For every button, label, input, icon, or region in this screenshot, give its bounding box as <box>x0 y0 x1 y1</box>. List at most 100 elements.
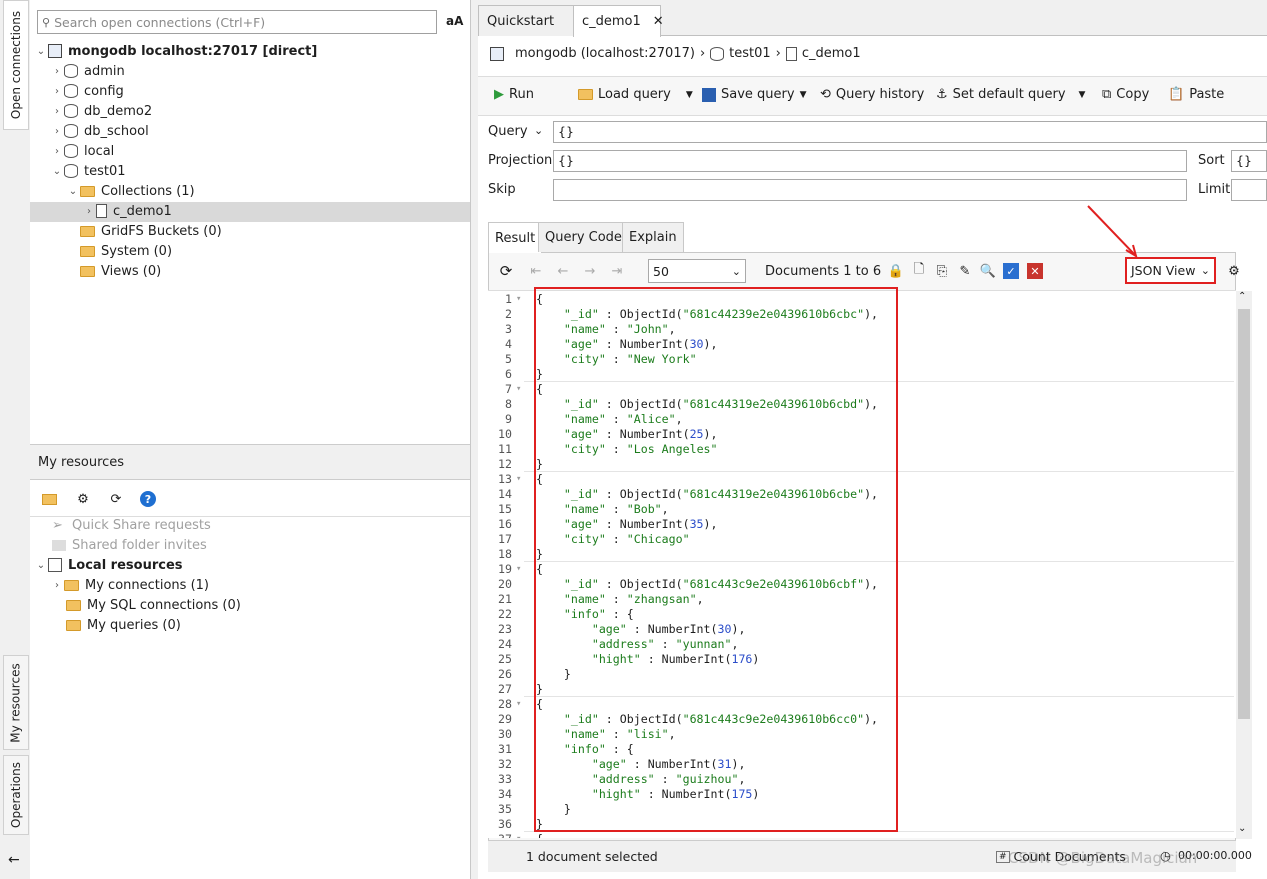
scrollbar-thumb[interactable] <box>1238 309 1250 719</box>
query-dropdown-icon[interactable]: ⌄ <box>534 124 543 137</box>
chevron-right-icon[interactable]: › <box>50 86 64 97</box>
chevron-right-icon[interactable]: › <box>50 580 64 591</box>
tab-query-code[interactable]: Query Code <box>538 222 629 252</box>
chevron-down-icon[interactable]: ⌄ <box>66 186 80 197</box>
fold-icon[interactable]: ▾ <box>516 382 521 397</box>
line-number: 32 <box>498 757 512 771</box>
chevron-right-icon[interactable]: › <box>50 126 64 137</box>
refresh-icon[interactable]: ⟳ <box>108 491 124 507</box>
sort-input[interactable]: {} <box>1231 150 1267 172</box>
tree-db-local[interactable]: › local <box>50 141 114 161</box>
view-document-icon[interactable]: 🔍 <box>980 263 996 279</box>
my-connections[interactable]: › My connections (1) <box>50 575 209 595</box>
my-sql-connections[interactable]: My SQL connections (0) <box>66 595 241 615</box>
query-history-button[interactable]: ⟲ Query history <box>820 87 924 102</box>
validate-icon[interactable]: ✓ <box>1003 263 1019 279</box>
server-icon <box>48 44 62 58</box>
edit-document-icon[interactable]: ✎ <box>957 263 973 279</box>
settings-icon[interactable]: ⚙ <box>75 491 91 507</box>
new-folder-icon[interactable] <box>41 491 57 507</box>
fold-icon[interactable]: ▾ <box>516 472 521 487</box>
last-page-icon[interactable]: ⇥ <box>609 263 625 279</box>
save-query-button[interactable]: Save query ▼ <box>702 87 807 102</box>
next-page-icon[interactable]: → <box>582 263 598 279</box>
chevron-down-icon[interactable]: ⌄ <box>34 560 48 571</box>
tree-db-config[interactable]: › config <box>50 81 124 101</box>
my-queries[interactable]: My queries (0) <box>66 615 181 635</box>
arrow-left-icon[interactable]: ← <box>8 852 20 868</box>
tree-collection-c-demo1[interactable]: › c_demo1 <box>82 201 172 221</box>
chevron-right-icon[interactable]: › <box>82 206 96 217</box>
fold-icon[interactable]: ▾ <box>516 292 521 307</box>
chevron-down-icon[interactable]: ⌄ <box>50 166 64 177</box>
scroll-up-icon[interactable]: ⌃ <box>1238 291 1246 302</box>
dropdown-arrow-icon[interactable]: ▼ <box>686 90 693 100</box>
settings-icon[interactable]: ⚙ <box>1226 263 1242 279</box>
tree-db-admin[interactable]: › admin <box>50 61 125 81</box>
documents-range: Documents 1 to 6 <box>765 264 882 279</box>
first-page-icon[interactable]: ⇤ <box>528 263 544 279</box>
skip-input[interactable] <box>553 179 1187 201</box>
add-document-icon[interactable]: 🗋 <box>911 262 927 279</box>
tree-db-db-school[interactable]: › db_school <box>50 121 149 141</box>
lock-icon[interactable]: 🔒 <box>888 263 904 279</box>
page-size-select[interactable]: 50 ⌄ <box>648 259 746 283</box>
dropdown-arrow-icon[interactable]: ▼ <box>1079 90 1086 100</box>
tab-operations[interactable]: Operations <box>3 755 29 835</box>
font-size-toggle[interactable]: aA <box>446 14 463 28</box>
chevron-down-icon[interactable]: ⌄ <box>34 46 48 57</box>
chevron-right-icon[interactable]: › <box>50 146 64 157</box>
fold-icon[interactable]: ▾ <box>516 562 521 577</box>
search-input[interactable]: ⚲ Search open connections (Ctrl+F) <box>37 10 437 34</box>
line-number: 3 <box>505 322 512 336</box>
set-default-query-button[interactable]: ⚓ Set default query ▼ <box>936 87 1085 102</box>
prev-page-icon[interactable]: ← <box>555 263 571 279</box>
tree-db-db-demo2[interactable]: › db_demo2 <box>50 101 152 121</box>
chevron-right-icon: › <box>699 46 706 61</box>
line-number: 7 <box>505 382 512 396</box>
line-number: 13 <box>498 472 512 486</box>
tree-gridfs[interactable]: GridFS Buckets (0) <box>80 221 222 241</box>
line-number: 20 <box>498 577 512 591</box>
paste-button[interactable]: 📋 Paste <box>1168 87 1224 102</box>
tab-open-connections[interactable]: Open connections <box>3 0 29 130</box>
delete-document-icon[interactable]: ✕ <box>1027 263 1043 279</box>
history-icon: ⟲ <box>820 87 831 102</box>
tree-db-test01[interactable]: ⌄ test01 <box>50 161 126 181</box>
tab-result[interactable]: Result <box>488 222 543 253</box>
tab-explain[interactable]: Explain <box>622 222 684 252</box>
refresh-icon[interactable]: ⟳ <box>498 262 514 280</box>
chevron-right-icon[interactable]: › <box>50 66 64 77</box>
highlight-box <box>534 287 898 832</box>
help-icon[interactable]: ? <box>140 491 156 507</box>
tab-my-resources[interactable]: My resources <box>3 655 29 750</box>
close-icon[interactable]: ✕ <box>653 14 664 29</box>
chevron-right-icon: › <box>775 46 781 61</box>
tree-collections[interactable]: ⌄ Collections (1) <box>66 181 195 201</box>
fold-icon[interactable]: ▾ <box>516 832 521 838</box>
load-query-button[interactable]: Load query ▼ <box>578 87 693 102</box>
dropdown-arrow-icon[interactable]: ▼ <box>800 90 807 100</box>
fold-icon[interactable]: ▾ <box>516 697 521 712</box>
projection-input[interactable]: {} <box>553 150 1187 172</box>
query-input[interactable]: {} <box>553 121 1267 143</box>
scroll-down-icon[interactable]: ⌄ <box>1238 823 1246 834</box>
run-button[interactable]: ▶ Run <box>494 87 534 102</box>
shared-folder-invites[interactable]: Shared folder invites <box>52 535 207 555</box>
tab-quickstart[interactable]: Quickstart <box>478 5 574 36</box>
local-resources[interactable]: ⌄ Local resources <box>34 555 183 575</box>
projection-label: Projection <box>488 153 553 168</box>
clone-document-icon[interactable]: ⎘ <box>934 263 950 279</box>
vertical-scrollbar[interactable]: ⌃ ⌄ <box>1236 291 1252 839</box>
line-number: 30 <box>498 727 512 741</box>
tree-system[interactable]: System (0) <box>80 241 172 261</box>
tree-views[interactable]: Views (0) <box>80 261 161 281</box>
limit-input[interactable] <box>1231 179 1267 201</box>
database-icon <box>64 84 78 98</box>
chevron-right-icon[interactable]: › <box>50 106 64 117</box>
quick-share-requests[interactable]: ➢ Quick Share requests <box>52 515 211 535</box>
copy-button[interactable]: ⧉ Copy <box>1102 87 1149 102</box>
breadcrumb: mongodb (localhost:27017) › test01 › c_d… <box>490 46 861 61</box>
tree-server[interactable]: ⌄ mongodb localhost:27017 [direct] <box>34 41 318 61</box>
tab-c-demo1[interactable]: c_demo1 ✕ <box>573 5 664 37</box>
